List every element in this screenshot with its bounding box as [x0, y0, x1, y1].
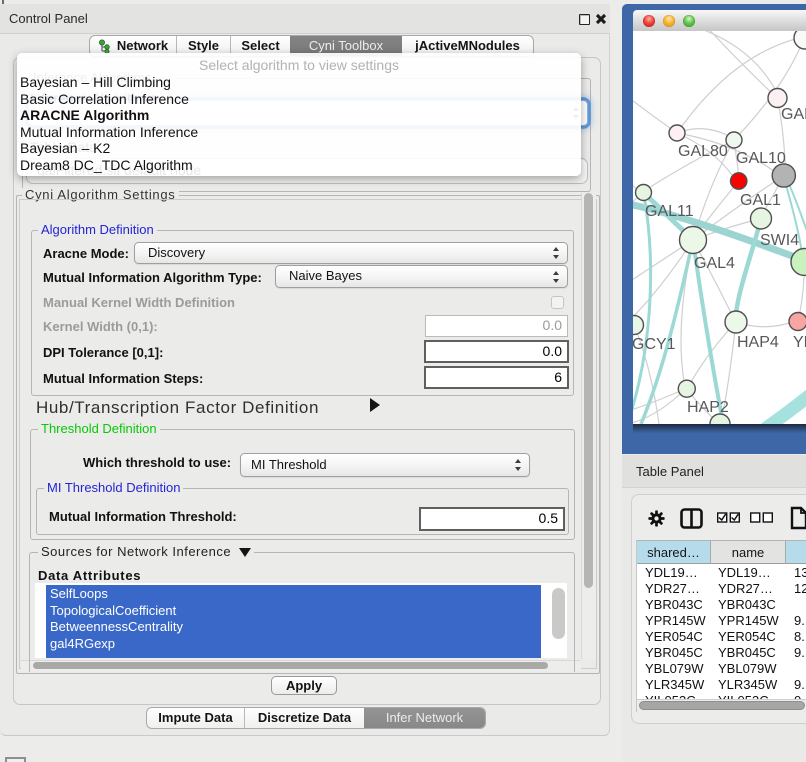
svg-text:YM: YM: [793, 334, 806, 351]
svg-text:GAL11: GAL11: [645, 203, 694, 220]
svg-text:SWI4: SWI4: [760, 232, 799, 249]
svg-text:GAL7: GAL7: [781, 106, 806, 123]
svg-text:HAP2: HAP2: [687, 399, 729, 416]
svg-text:GAL4: GAL4: [694, 255, 735, 272]
svg-text:GAL80: GAL80: [678, 143, 728, 160]
svg-text:GAL1: GAL1: [740, 192, 781, 209]
svg-text:GCY1: GCY1: [633, 336, 676, 353]
svg-text:GAL10: GAL10: [736, 150, 786, 167]
svg-text:HAP4: HAP4: [737, 334, 779, 351]
